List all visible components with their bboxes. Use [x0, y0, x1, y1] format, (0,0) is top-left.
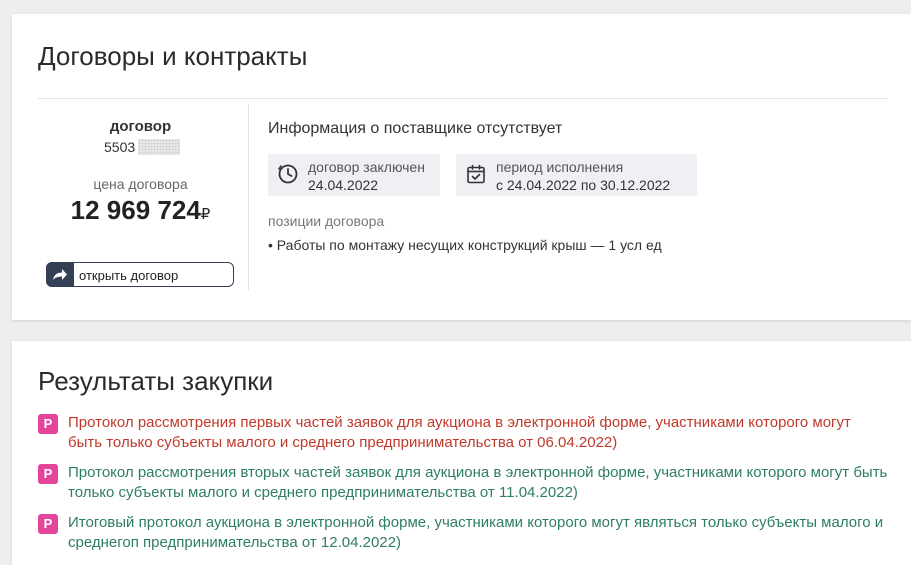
contract-summary: договор 5503 цена договора 12 969 724₽ о…: [38, 99, 248, 289]
open-contract-button[interactable]: открыть договор: [46, 262, 234, 287]
contracts-card: Договоры и контракты договор 5503 цена д…: [12, 14, 911, 320]
price-amount: 12 969 724: [70, 195, 201, 225]
contract-concluded-box: договор заключен 24.04.2022: [268, 154, 440, 196]
result-link-text[interactable]: Итоговый протокол аукциона в электронной…: [68, 514, 883, 551]
price-value: 12 969 724₽: [38, 195, 243, 226]
protocol-badge-icon: P: [38, 414, 58, 434]
period-label: период исполнения: [496, 159, 624, 175]
results-title: Результаты закупки: [38, 366, 274, 396]
contracts-title: Договоры и контракты: [38, 41, 308, 71]
share-arrow-icon: [46, 262, 74, 287]
column-divider: [248, 104, 249, 290]
results-card: Результаты закупки P Протокол рассмотрен…: [12, 341, 911, 565]
positions-label: позиции договора: [268, 213, 385, 229]
clock-icon: [278, 164, 298, 184]
concluded-label: договор заключен: [308, 159, 425, 175]
period-value: с 24.04.2022 по 30.12.2022: [496, 177, 671, 193]
calendar-check-icon: [467, 164, 485, 184]
protocol-badge-icon: P: [38, 464, 58, 484]
protocol-badge-icon: P: [38, 514, 58, 534]
contract-label: договор: [109, 118, 172, 135]
open-contract-label: открыть договор: [79, 268, 179, 283]
concluded-date: 24.04.2022: [308, 177, 379, 193]
result-link-text[interactable]: Протокол рассмотрения вторых частей заяв…: [68, 464, 887, 501]
result-link[interactable]: P Протокол рассмотрения вторых частей за…: [38, 463, 888, 503]
price-label: цена договора: [93, 176, 188, 192]
result-link[interactable]: P Итоговый протокол аукциона в электронн…: [38, 513, 888, 553]
result-link[interactable]: P Протокол рассмотрения первых частей за…: [38, 413, 888, 453]
result-link-text[interactable]: Протокол рассмотрения первых частей заяв…: [68, 414, 851, 451]
redacted-number-block: [138, 139, 180, 155]
execution-period-box: период исполнения с 24.04.2022 по 30.12.…: [456, 154, 697, 196]
currency-symbol: ₽: [200, 206, 211, 223]
supplier-info: Информация о поставщике отсутствует: [268, 120, 563, 137]
contract-number: 5503: [104, 139, 136, 155]
position-item: • Работы по монтажу несущих конструкций …: [268, 237, 662, 253]
contract-details: Информация о поставщике отсутствует дого…: [268, 99, 888, 289]
results-list: P Протокол рассмотрения первых частей за…: [38, 413, 888, 563]
